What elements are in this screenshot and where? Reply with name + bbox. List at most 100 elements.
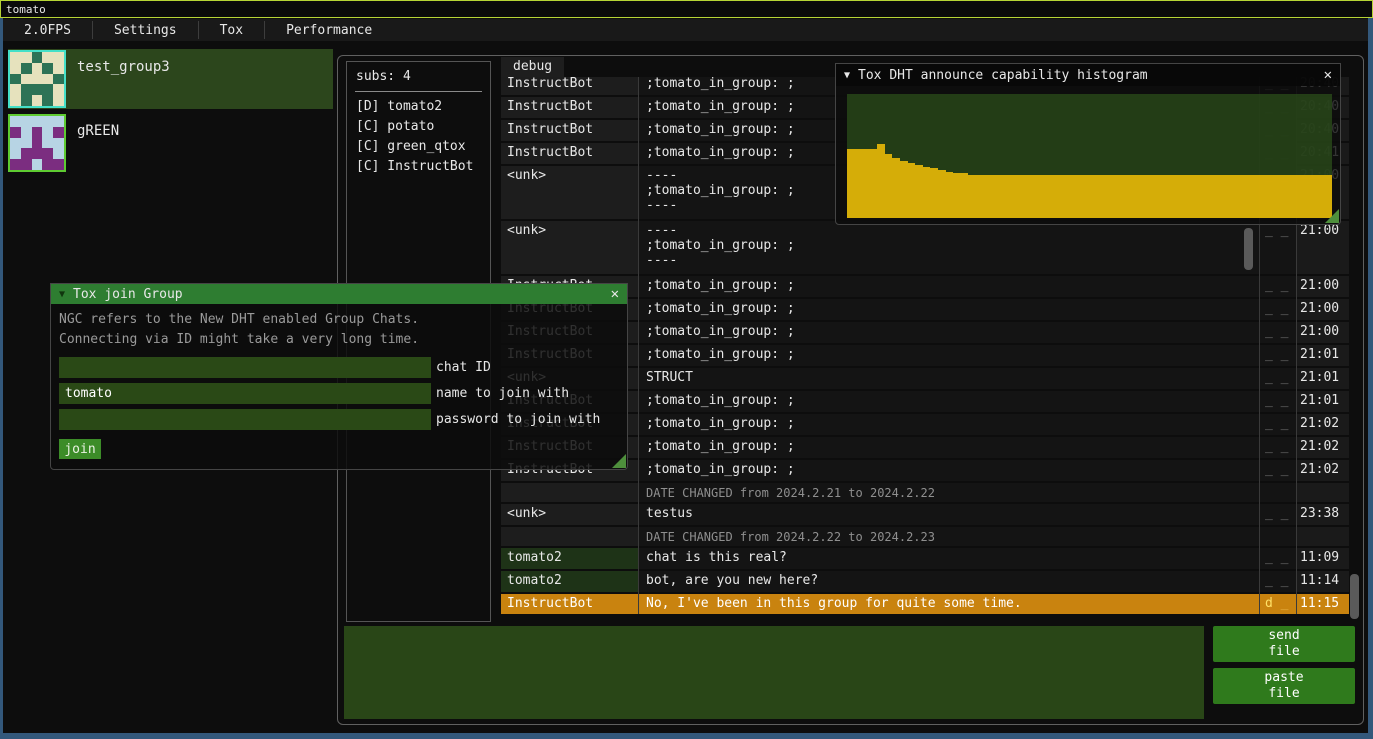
message-row[interactable]: <unk>----;tomato_in_group: ;----_ _21:00: [501, 221, 1349, 274]
menu-item-tox[interactable]: Tox: [199, 19, 264, 41]
group-row-test_group3[interactable]: test_group3: [8, 49, 333, 109]
members-panel-title: subs: 4: [347, 62, 490, 84]
message-row[interactable]: InstructBotNo, I've been in this group f…: [501, 594, 1349, 614]
status-mark: _: [1265, 370, 1273, 385]
status-mark: _: [1273, 347, 1289, 362]
message-row[interactable]: InstructBot;tomato_in_group: ;_ _21:00: [501, 322, 1349, 343]
message-row[interactable]: InstructBot;tomato_in_group: ;_ _21:02: [501, 437, 1349, 458]
histogram-bar: [862, 149, 870, 218]
resize-grip[interactable]: [612, 454, 626, 468]
member-item[interactable]: [D] tomato2: [347, 97, 490, 117]
delivery-status: _ _: [1259, 571, 1296, 592]
avatar-pixel: [32, 95, 43, 106]
message-text: ;tomato_in_group: ;: [638, 322, 1259, 343]
chat-ID-input[interactable]: [59, 357, 431, 378]
message-text: ;tomato_in_group: ;: [638, 345, 1259, 366]
window-titlebar[interactable]: tomato: [0, 0, 1373, 18]
collapse-arrow-icon[interactable]: ▼: [59, 289, 65, 300]
status-mark: _: [1273, 223, 1289, 238]
delivery-status: _ _: [1259, 322, 1296, 343]
avatar-pixel: [10, 84, 21, 95]
member-item[interactable]: [C] potato: [347, 117, 490, 137]
histogram-bar: [1196, 175, 1204, 218]
histogram-bar: [1097, 175, 1105, 218]
chat-scrollbar[interactable]: [1350, 574, 1359, 619]
avatar-pixel: [10, 148, 21, 159]
message-time: 21:01: [1296, 368, 1349, 389]
histogram-bar: [1249, 175, 1257, 218]
message-row[interactable]: tomato2chat is this real?_ _11:09: [501, 548, 1349, 569]
message-row[interactable]: <unk>testus_ _23:38: [501, 504, 1349, 525]
delivery-status: _ _: [1259, 368, 1296, 389]
group-avatar: [8, 114, 66, 172]
menu-item-settings[interactable]: Settings: [93, 19, 198, 41]
delivery-status: _ _: [1259, 345, 1296, 366]
join-group-titlebar[interactable]: ▼ Tox join Group ✕: [51, 284, 627, 304]
menu-item-2-0fps[interactable]: 2.0FPS: [3, 19, 92, 41]
delivery-status: _ _: [1259, 414, 1296, 435]
message-time: 23:38: [1296, 504, 1349, 525]
menu-item-performance[interactable]: Performance: [265, 19, 393, 41]
histogram-bar: [870, 149, 878, 218]
message-row[interactable]: InstructBot;tomato_in_group: ;_ _21:00: [501, 276, 1349, 297]
message-text: ;tomato_in_group: ;: [638, 276, 1259, 297]
join-button[interactable]: join: [59, 439, 101, 459]
message-row[interactable]: InstructBot;tomato_in_group: ;_ _21:02: [501, 414, 1349, 435]
collapse-arrow-icon[interactable]: ▼: [844, 70, 850, 81]
member-item[interactable]: [C] green_qtox: [347, 137, 490, 157]
histogram-bar: [892, 158, 900, 218]
group-name: gREEN: [77, 123, 119, 173]
histogram-bar: [1271, 175, 1279, 218]
histogram-bar: [908, 163, 916, 218]
histogram-bar: [1287, 175, 1295, 218]
paste-file-button[interactable]: paste file: [1213, 668, 1355, 704]
resize-grip[interactable]: [1325, 209, 1339, 223]
status-mark: _: [1265, 462, 1273, 477]
join-group-description: NGC refers to the New DHT enabled Group …: [51, 304, 627, 352]
avatar-pixel: [21, 127, 32, 138]
message-time: [1296, 483, 1349, 502]
message-cell-scrollbar[interactable]: [1244, 228, 1253, 270]
group-name: test_group3: [77, 59, 170, 109]
histogram-bar: [1135, 175, 1143, 218]
histogram-bar: [1279, 175, 1287, 218]
message-text: bot, are you new here?: [638, 571, 1259, 592]
message-input[interactable]: [344, 626, 1204, 719]
avatar-pixel: [53, 127, 64, 138]
status-mark: _: [1273, 370, 1289, 385]
histogram-bar: [1105, 175, 1113, 218]
join-field-row: name to join with: [59, 383, 627, 404]
password-to-join-with-input[interactable]: [59, 409, 431, 430]
avatar-pixel: [42, 74, 53, 85]
message-row[interactable]: tomato2bot, are you new here?_ _11:14: [501, 571, 1349, 592]
date-changed-text: DATE CHANGED from 2024.2.22 to 2024.2.23: [638, 527, 1259, 546]
message-row[interactable]: InstructBot;tomato_in_group: ;_ _21:01: [501, 345, 1349, 366]
close-icon[interactable]: ✕: [611, 286, 619, 302]
status-mark: _: [1273, 550, 1289, 565]
dht-histogram-titlebar[interactable]: ▼ Tox DHT announce capability histogram …: [836, 64, 1340, 86]
member-item[interactable]: [C] InstructBot: [347, 157, 490, 177]
histogram-bar: [1029, 175, 1037, 218]
avatar-pixel: [21, 95, 32, 106]
message-line: ----: [646, 223, 1259, 238]
avatar-pixel: [21, 138, 32, 149]
message-line: ;tomato_in_group: ;: [646, 238, 1259, 253]
description-line: NGC refers to the New DHT enabled Group …: [59, 310, 627, 330]
group-row-gREEN[interactable]: gREEN: [8, 113, 333, 173]
close-icon[interactable]: ✕: [1324, 67, 1332, 83]
histogram-bar: [1302, 175, 1310, 218]
message-row[interactable]: <unk>STRUCT_ _21:01: [501, 368, 1349, 389]
status-mark: _: [1273, 439, 1289, 454]
message-row[interactable]: InstructBot;tomato_in_group: ;_ _21:01: [501, 391, 1349, 412]
avatar-pixel: [21, 63, 32, 74]
status-mark: _: [1273, 506, 1289, 521]
message-time: 21:01: [1296, 345, 1349, 366]
name-to-join-with-input[interactable]: [59, 383, 431, 404]
field-label: password to join with: [436, 412, 600, 427]
message-row[interactable]: InstructBot;tomato_in_group: ;_ _21:02: [501, 460, 1349, 481]
message-time: 11:09: [1296, 548, 1349, 569]
avatar-pixel: [10, 74, 21, 85]
tab-debug[interactable]: debug: [501, 57, 564, 77]
message-row[interactable]: InstructBot;tomato_in_group: ;_ _21:00: [501, 299, 1349, 320]
send-file-button[interactable]: send file: [1213, 626, 1355, 662]
